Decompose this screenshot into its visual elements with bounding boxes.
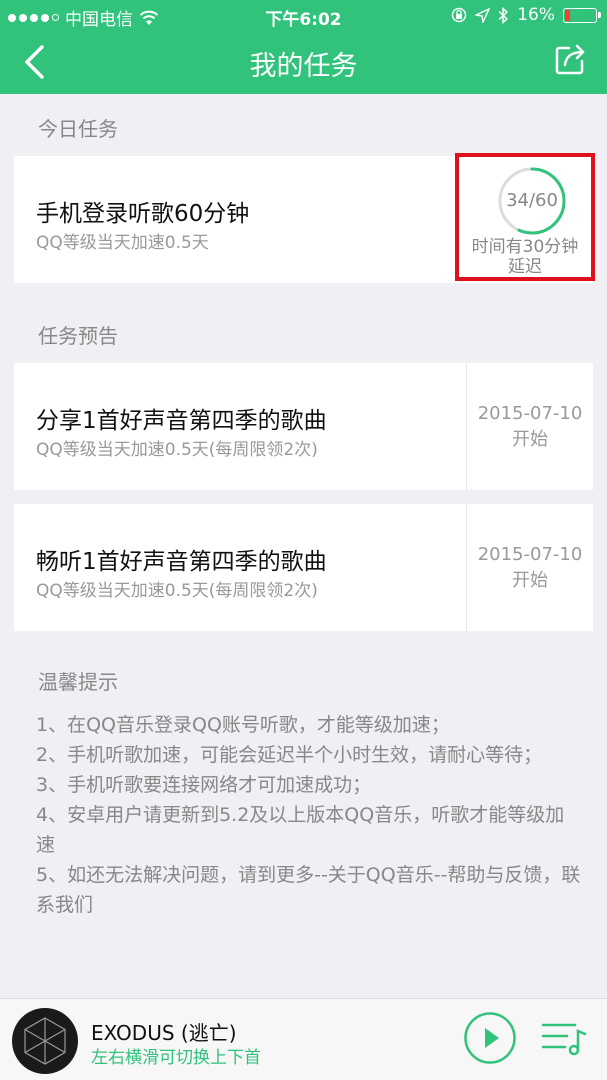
task-subtitle: QQ等级当天加速0.5天(每周限领2次) <box>36 440 318 460</box>
album-art-logo <box>24 1017 66 1065</box>
tip-item: 3、手机听歌要连接网络才可加速成功； <box>36 774 372 796</box>
task-subtitle: QQ等级当天加速0.5天 <box>36 233 209 253</box>
preview-task-card[interactable]: 分享1首好声音第四季的歌曲 QQ等级当天加速0.5天(每周限领2次) 2015-… <box>14 363 593 490</box>
section-label-preview: 任务预告 <box>38 324 118 348</box>
progress-text: 34/60 <box>506 190 558 211</box>
header: 中国电信 下午6:02 16% 我的任务 <box>0 0 607 94</box>
play-icon <box>485 1028 499 1048</box>
share-icon <box>555 44 585 75</box>
task-subtitle: QQ等级当天加速0.5天(每周限领2次) <box>36 581 318 601</box>
playlist-icon <box>541 1023 587 1056</box>
tips-title: 温馨提示 <box>38 670 118 694</box>
preview-task-card[interactable]: 畅听1首好声音第四季的歌曲 QQ等级当天加速0.5天(每周限领2次) 2015-… <box>14 504 593 631</box>
album-cover[interactable] <box>12 1008 78 1074</box>
task-start-date: 2015-07-10 开始 <box>477 403 583 450</box>
battery-icon <box>563 7 601 23</box>
tips-list: 1、在QQ音乐登录QQ账号听歌，才能等级加速； 2、手机听歌加速，可能会延迟半个… <box>36 710 581 920</box>
location-icon <box>475 7 491 23</box>
bluetooth-icon <box>498 6 509 24</box>
tip-item: 5、如还无法解决问题，请到更多--关于QQ音乐--帮助与反馈，联系我们 <box>36 864 581 916</box>
task-title: 畅听1首好声音第四季的歌曲 <box>36 549 327 575</box>
progress-note: 时间有30分钟 延迟 <box>471 237 579 277</box>
task-start-date: 2015-07-10 开始 <box>477 544 583 591</box>
tip-item: 4、安卓用户请更新到5.2及以上版本QQ音乐，听歌才能等级加速 <box>36 804 565 856</box>
section-label-today: 今日任务 <box>38 117 118 141</box>
task-title: 手机登录听歌60分钟 <box>36 201 250 227</box>
play-button[interactable] <box>464 1012 516 1064</box>
battery-percent: 16% <box>517 5 555 25</box>
playlist-button[interactable] <box>541 1021 587 1057</box>
orientation-lock-icon <box>451 7 467 23</box>
task-title: 分享1首好声音第四季的歌曲 <box>36 408 327 434</box>
mini-player[interactable]: EXODUS (逃亡) 左右横滑可切换上下首 <box>0 998 607 1080</box>
status-bar: 中国电信 下午6:02 16% <box>0 0 607 32</box>
page-title: 我的任务 <box>249 51 358 82</box>
today-task-card[interactable]: 手机登录听歌60分钟 QQ等级当天加速0.5天 34/60 时间有30分钟 延迟 <box>14 153 595 283</box>
battery-fill <box>565 9 571 21</box>
progress-highlight-box: 34/60 时间有30分钟 延迟 <box>455 153 595 281</box>
share-button[interactable] <box>555 43 587 75</box>
song-title: EXODUS (逃亡) <box>91 1021 237 1045</box>
tip-item: 2、手机听歌加速，可能会延迟半个小时生效，请耐心等待； <box>36 744 543 766</box>
swipe-hint: 左右横滑可切换上下首 <box>91 1048 261 1068</box>
tip-item: 1、在QQ音乐登录QQ账号听歌，才能等级加速； <box>36 714 450 736</box>
